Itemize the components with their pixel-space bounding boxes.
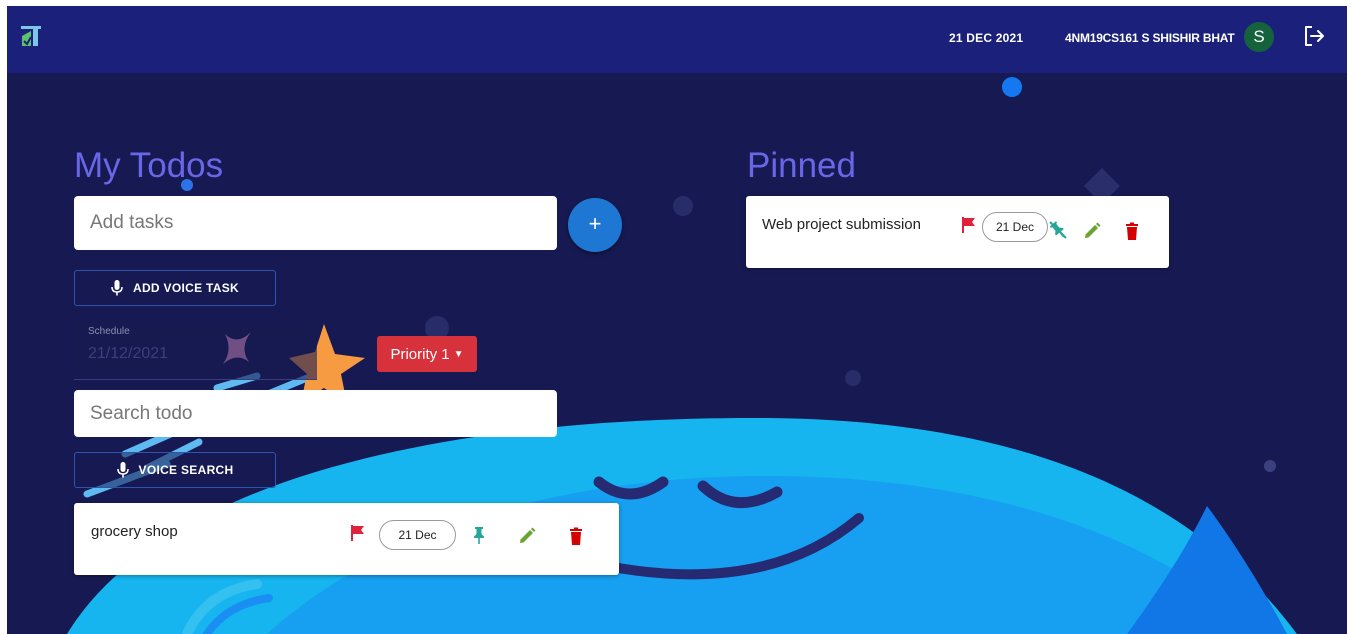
trash-icon[interactable] bbox=[1122, 221, 1142, 241]
todo-card: grocery shop 21 Dec bbox=[74, 503, 619, 575]
trash-icon[interactable] bbox=[566, 526, 586, 546]
due-date-chip[interactable]: 21 Dec bbox=[379, 520, 456, 550]
logo-icon[interactable] bbox=[19, 24, 43, 48]
add-voice-task-button[interactable]: ADD VOICE TASK bbox=[74, 270, 276, 306]
pin-icon[interactable] bbox=[469, 525, 489, 545]
avatar[interactable]: S bbox=[1244, 22, 1274, 52]
add-voice-task-label: ADD VOICE TASK bbox=[133, 281, 239, 295]
search-input[interactable] bbox=[74, 390, 557, 437]
voice-search-label: VOICE SEARCH bbox=[138, 463, 234, 477]
caret-down-icon: ▼ bbox=[453, 348, 464, 360]
pinned-title: Pinned bbox=[747, 146, 856, 185]
header-date: 21 DEC 2021 bbox=[949, 31, 1024, 45]
schedule-label: Schedule bbox=[88, 326, 130, 337]
flag-icon[interactable] bbox=[348, 523, 368, 543]
schedule-date-field[interactable]: Schedule 21/12/2021 bbox=[74, 324, 317, 380]
mic-icon bbox=[116, 462, 129, 478]
app-frame: 21 DEC 2021 4NM19CS161 S SHISHIR BHAT S … bbox=[7, 6, 1347, 634]
add-task-input[interactable] bbox=[74, 196, 557, 250]
header-user-name: 4NM19CS161 S SHISHIR BHAT bbox=[1065, 31, 1235, 45]
pinned-todo-text: Web project submission bbox=[762, 216, 921, 233]
priority-dropdown[interactable]: Priority 1 ▼ bbox=[377, 336, 477, 372]
due-date-chip[interactable]: 21 Dec bbox=[982, 212, 1048, 242]
pencil-icon[interactable] bbox=[1082, 221, 1102, 241]
logout-icon[interactable] bbox=[1302, 24, 1326, 48]
todo-text: grocery shop bbox=[91, 523, 178, 540]
pinned-todo-card: Web project submission 21 Dec bbox=[746, 196, 1169, 268]
priority-label: Priority 1 bbox=[390, 345, 450, 363]
todos-title: My Todos bbox=[74, 146, 224, 185]
unpin-icon[interactable] bbox=[1048, 220, 1068, 240]
schedule-value: 21/12/2021 bbox=[88, 345, 169, 362]
mic-icon bbox=[111, 280, 123, 296]
voice-search-button[interactable]: VOICE SEARCH bbox=[74, 452, 276, 488]
pencil-icon[interactable] bbox=[517, 526, 537, 546]
app-bar: 21 DEC 2021 4NM19CS161 S SHISHIR BHAT S bbox=[7, 6, 1347, 73]
add-task-button[interactable]: + bbox=[568, 198, 622, 252]
flag-icon[interactable] bbox=[959, 215, 979, 235]
